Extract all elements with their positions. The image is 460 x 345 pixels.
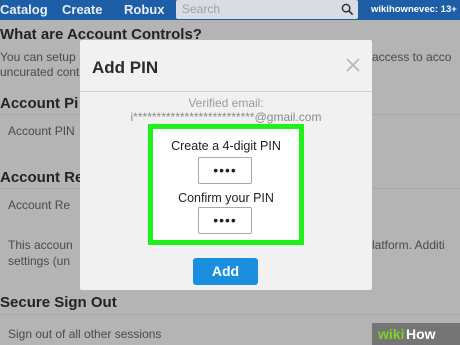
watermark-wiki: wiki: [378, 326, 405, 342]
verified-email-value: i**************************@gmail.com: [130, 110, 322, 124]
section-heading-secure-sign-out: Secure Sign Out: [0, 294, 117, 311]
watermark-how: How: [406, 326, 436, 342]
close-icon[interactable]: [346, 58, 360, 72]
dialog-header: Add PIN: [80, 40, 372, 92]
nav-link-robux[interactable]: Robux: [124, 2, 164, 17]
restrictions-description-line1: This accoun: [8, 238, 73, 252]
wikihow-watermark: wiki How: [372, 323, 460, 345]
create-pin-label: Create a 4-digit PIN: [171, 139, 281, 153]
account-pin-label: Account PIN: [8, 124, 75, 138]
account-restrictions-label: Account Re: [8, 198, 71, 212]
add-button[interactable]: Add: [193, 258, 258, 285]
add-pin-dialog: Add PIN Verified email: i***************…: [80, 40, 372, 290]
search-placeholder: Search: [182, 2, 221, 16]
search-input[interactable]: Search: [176, 0, 358, 19]
section-heading-account-restrictions: Account Re: [0, 169, 84, 186]
create-pin-input[interactable]: ••••: [198, 157, 252, 184]
intro-text-line1: You can setup: [0, 50, 76, 64]
nav-link-create[interactable]: Create: [62, 2, 102, 17]
restrictions-description-line1-right: latform. Additi: [372, 238, 445, 252]
section-heading-account-pin: Account Pi: [0, 95, 79, 112]
top-nav-bar: Catalog Create Robux Search wikihownevec…: [0, 0, 460, 20]
pin-entry-highlight: Create a 4-digit PIN •••• Confirm your P…: [148, 124, 304, 245]
verified-email-label: Verified email:: [188, 96, 264, 110]
intro-text-line2: uncurated cont: [0, 65, 80, 79]
confirm-pin-label: Confirm your PIN: [178, 191, 274, 205]
intro-text-line1-right: access to acco: [372, 50, 452, 64]
sign-out-label: Sign out of all other sessions: [8, 327, 162, 341]
dialog-title: Add PIN: [92, 58, 159, 77]
search-icon[interactable]: [341, 3, 354, 16]
restrictions-description-line2: settings (un: [8, 254, 71, 268]
username-label[interactable]: wikihownevec: 13+: [371, 4, 457, 15]
confirm-pin-input[interactable]: ••••: [198, 207, 252, 234]
nav-link-catalog[interactable]: Catalog: [0, 2, 48, 17]
